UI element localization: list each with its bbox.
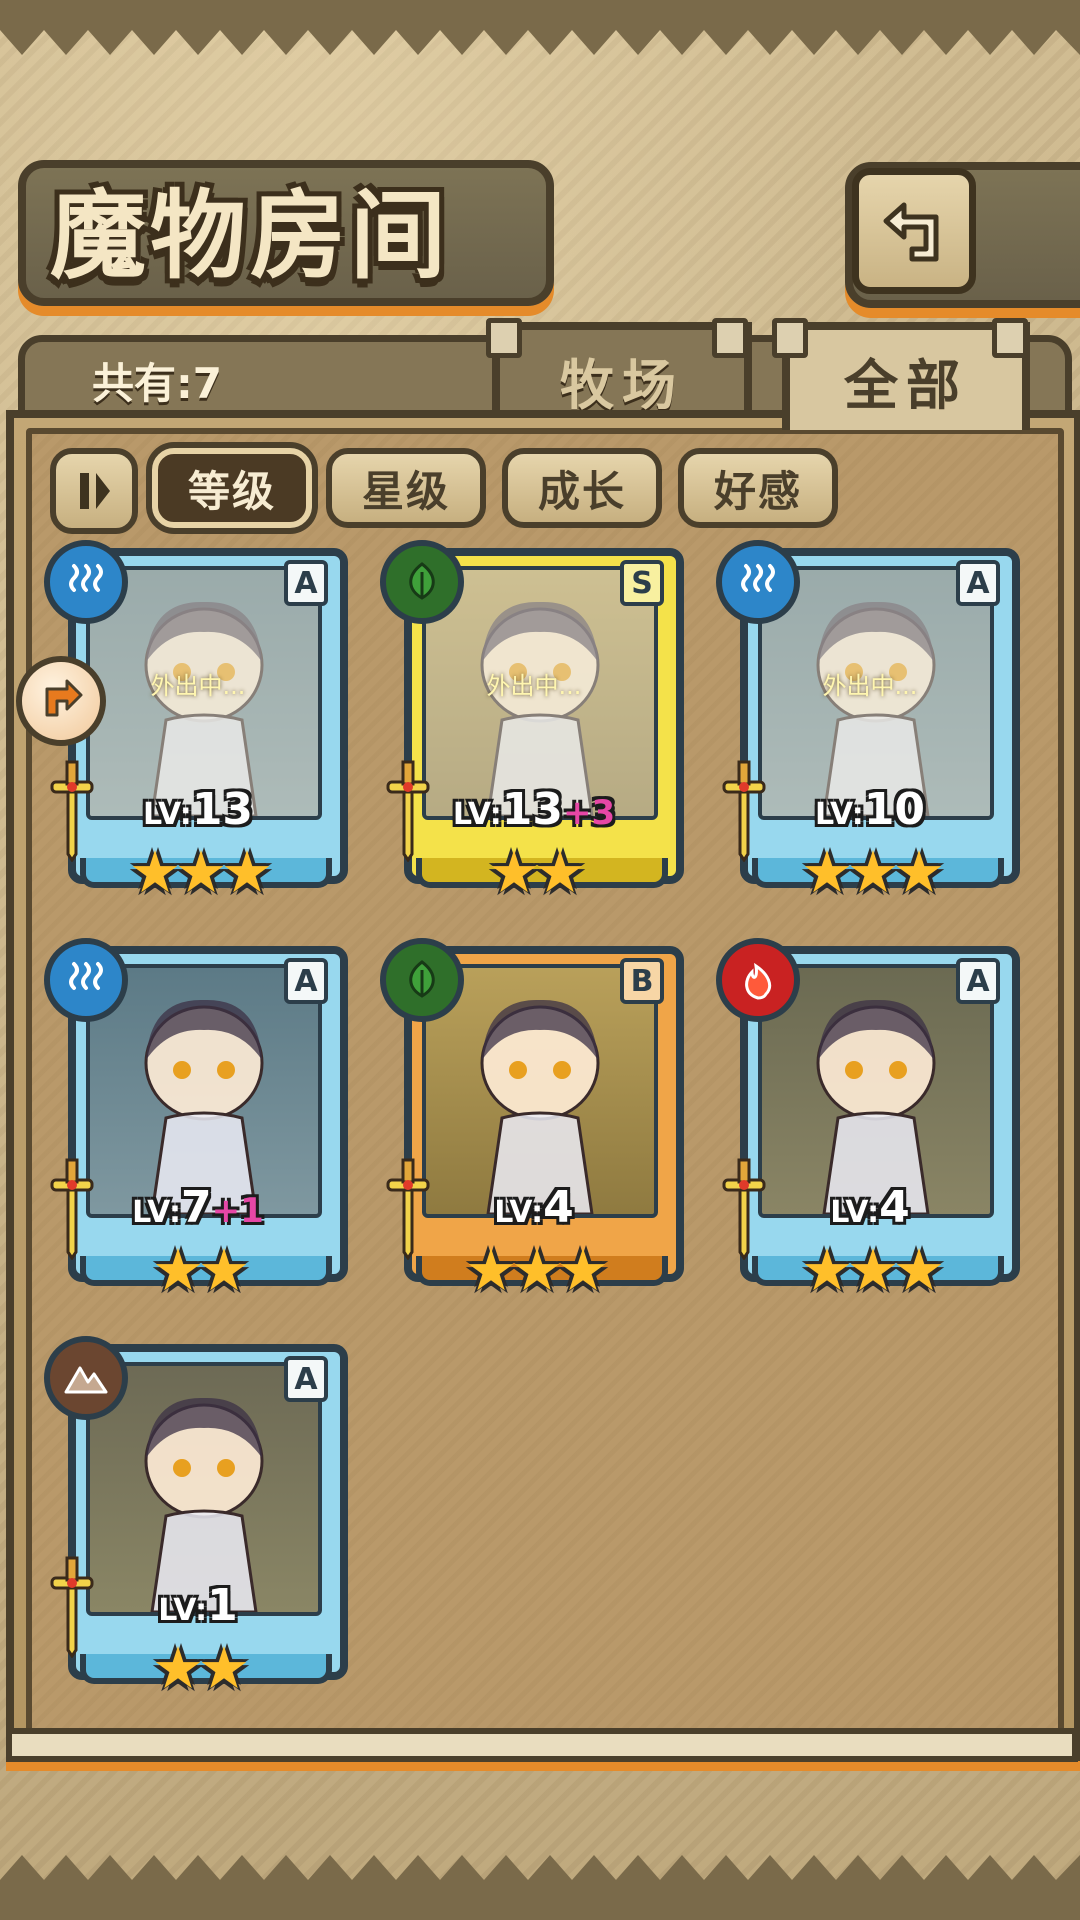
tab-peg (772, 318, 808, 358)
level-value: 4 (879, 1182, 910, 1233)
level-label: LV:13 (50, 784, 346, 835)
level-prefix: LV: (830, 1195, 880, 1230)
level-bonus: +1 (211, 1191, 264, 1231)
monster-card[interactable]: A LV:7+1 ★★ (44, 938, 348, 1304)
page-title: 魔物房间 (50, 179, 450, 292)
star-rating: ★★★ (465, 1236, 609, 1304)
level-prefix: LV: (452, 797, 502, 832)
level-prefix: LV: (158, 1593, 208, 1628)
star-rating: ★★ (152, 1634, 250, 1702)
element-earth-icon (44, 1336, 128, 1420)
level-label: LV:4 (386, 1182, 682, 1233)
element-plant-icon (380, 540, 464, 624)
bottom-zigzag-border (0, 1855, 1080, 1920)
element-plant-icon (380, 938, 464, 1022)
expand-arrow-icon (45, 679, 83, 717)
star-rating: ★★★ (801, 1236, 945, 1304)
away-status: 外出中... (822, 672, 918, 700)
monster-count: 共有:7 (92, 359, 223, 408)
star-rating: ★★ (152, 1236, 250, 1304)
level-label: LV:7+1 (50, 1182, 346, 1233)
level-value: 13 (501, 784, 563, 835)
tab-peg (712, 318, 748, 358)
panel-bottom-rail (6, 1728, 1078, 1762)
element-water-icon (716, 540, 800, 624)
rank-badge: A (284, 560, 328, 606)
rank-badge: S (620, 560, 664, 606)
rank-badge: A (284, 1356, 328, 1402)
element-water-icon (44, 540, 128, 624)
sort-level-button[interactable]: 等级 (152, 448, 312, 528)
side-expand-button[interactable] (16, 656, 106, 746)
level-prefix: LV: (494, 1195, 544, 1230)
monster-card[interactable]: B LV:4 ★★★ (380, 938, 684, 1304)
level-prefix: LV: (814, 797, 864, 832)
level-label: LV:1 (50, 1580, 346, 1631)
level-label: LV:13+3 (386, 784, 682, 835)
level-bonus: +3 (562, 793, 616, 833)
level-value: 1 (207, 1580, 238, 1631)
monster-card[interactable]: A 外出中... LV:10 ★★★ (716, 540, 1020, 906)
top-zigzag-border (0, 0, 1080, 55)
rank-badge: A (956, 560, 1000, 606)
monster-card[interactable]: A LV:4 ★★★ (716, 938, 1020, 1304)
sort-order-icon (80, 473, 110, 509)
return-arrow-icon (883, 202, 939, 262)
chibi-figure-icon (144, 999, 264, 1214)
rank-badge: B (620, 958, 664, 1004)
level-label: LV:10 (722, 784, 1018, 835)
sort-star-button[interactable]: 星级 (326, 448, 486, 528)
tab-peg (992, 318, 1028, 358)
away-status: 外出中... (486, 672, 582, 700)
monster-card[interactable]: A LV:1 ★★ (44, 1336, 348, 1702)
rank-badge: A (956, 958, 1000, 1004)
element-water-icon (44, 938, 128, 1022)
level-label: LV:4 (722, 1182, 1018, 1233)
back-button[interactable] (852, 168, 976, 294)
level-value: 13 (191, 784, 254, 835)
star-rating: ★★★ (801, 838, 945, 906)
star-rating: ★★ (488, 838, 586, 906)
level-value: 10 (863, 784, 926, 835)
level-prefix: LV: (132, 1195, 182, 1230)
chibi-figure-icon (144, 1397, 264, 1612)
level-prefix: LV: (142, 797, 192, 832)
sort-affection-button[interactable]: 好感 (678, 448, 838, 528)
monster-card[interactable]: S 外出中... LV:13+3 ★★ (380, 540, 684, 906)
tab-peg (486, 318, 522, 358)
chibi-figure-icon (816, 999, 936, 1214)
level-value: 7 (181, 1182, 212, 1233)
star-rating: ★★★ (129, 838, 273, 906)
level-value: 4 (543, 1182, 574, 1233)
sort-growth-button[interactable]: 成长 (502, 448, 662, 528)
chibi-figure-icon (480, 999, 600, 1214)
sort-order-toggle[interactable] (50, 448, 138, 534)
element-fire-icon (716, 938, 800, 1022)
rank-badge: A (284, 958, 328, 1004)
